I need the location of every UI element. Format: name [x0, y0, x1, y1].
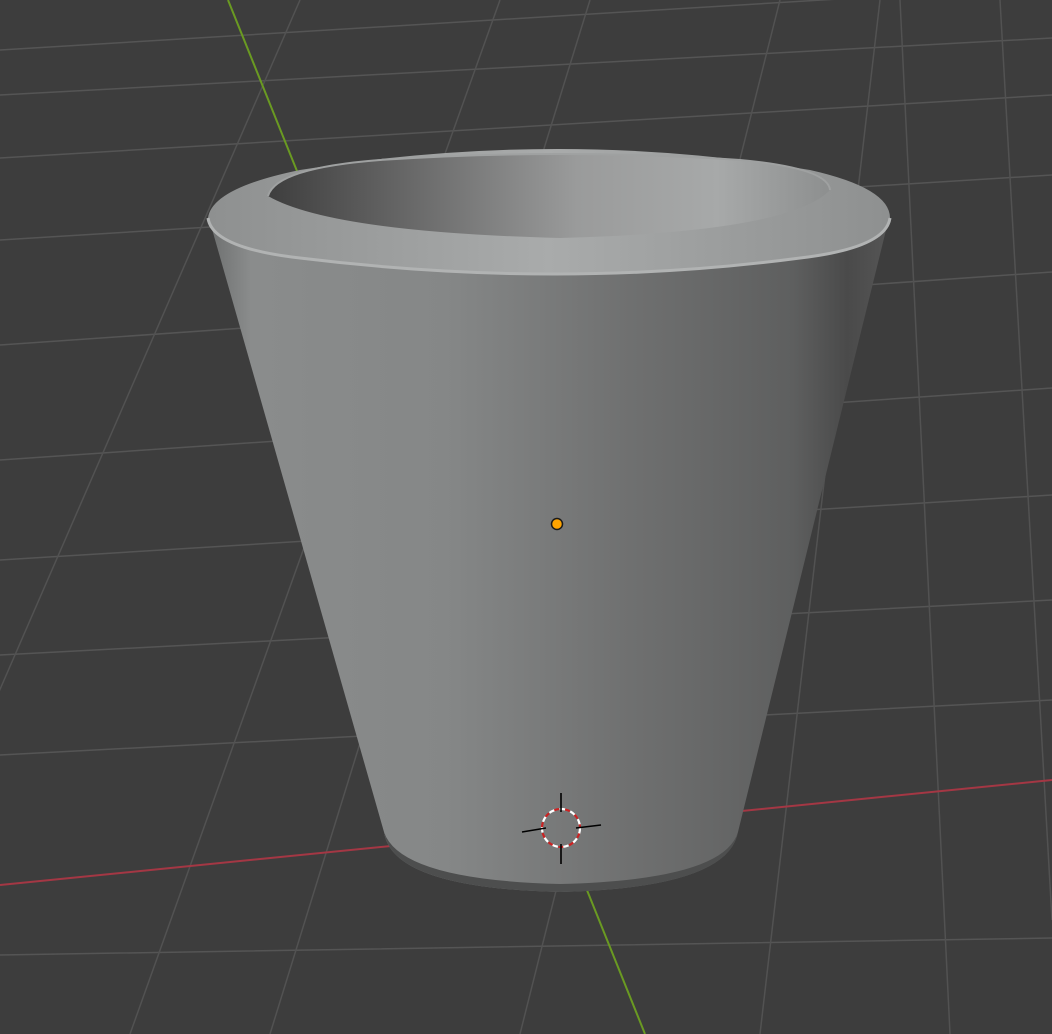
- object-origin-dot[interactable]: [550, 517, 564, 531]
- viewport-canvas[interactable]: [0, 0, 1052, 1034]
- cup-object[interactable]: [206, 149, 892, 892]
- cup-body: [210, 222, 888, 892]
- 3d-viewport[interactable]: [0, 0, 1052, 1034]
